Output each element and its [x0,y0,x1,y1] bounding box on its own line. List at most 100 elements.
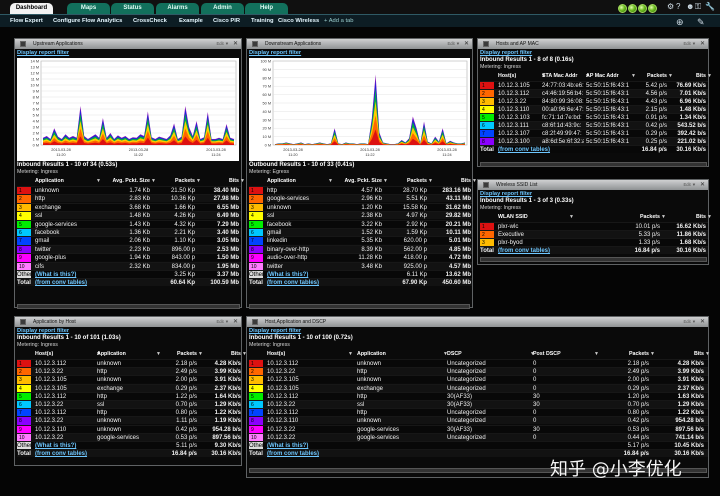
tab-status[interactable]: Status [111,3,154,14]
column-header[interactable]: AP Mac Addr [586,72,630,80]
add-widget-icon[interactable]: ⊕ [676,17,684,27]
column-header[interactable]: Application [357,350,442,358]
panel-collapse-icon[interactable] [252,41,258,47]
table-row[interactable]: 1 unknown 1.74 Kb 21.50 Kp 38.40 Mb [17,186,241,195]
display-filter-link[interactable]: Display report filter [480,50,532,57]
display-filter-link[interactable]: Display report filter [249,50,301,57]
close-icon[interactable]: ✕ [233,317,238,327]
table-row[interactable]: 1 plxr-wlc 10.01 p/s 16.62 Kb/s [480,222,708,231]
add-tab-link[interactable]: + Add a tab [324,18,354,24]
table-row[interactable]: 8 10.12.3.22 unknown 1.11 p/s 1.19 Kb/s [17,416,241,426]
conv-tables-link[interactable]: (from conv tables) [498,247,568,255]
conv-tables-link[interactable]: (from conv tables) [267,279,337,287]
edit-link[interactable]: Edit ▼ [683,39,696,49]
table-row[interactable]: 9 10.12.3.110 unknown 0.42 p/s 954.28 b/s [17,424,241,434]
column-header[interactable]: Host(s) [498,72,540,80]
table-row[interactable]: 2 10.12.3.22 http 2.49 p/s 3.99 Kb/s [17,367,241,377]
user-icon[interactable]: ☻ [686,2,694,12]
sort-arrow-icon[interactable]: ▼ [705,350,710,358]
column-header[interactable]: Bits [668,72,706,80]
table-row[interactable]: 7 gmail 2.06 Kb 1.10 Kp 3.05 Mb [17,236,241,246]
column-header[interactable]: Avg. Pckt. Size [103,177,150,185]
table-row[interactable]: 7 10.12.3.112 http 0.80 p/s 1.22 Kb/s [17,408,241,418]
table-row[interactable]: 2 http 2.83 Kb 10.36 Kp 27.98 Mb [17,194,241,204]
edit-link[interactable]: Edit ▼ [683,180,696,190]
close-icon[interactable]: ✕ [233,39,238,49]
gear-icon[interactable]: ⚙ [667,2,674,12]
tab-alarms[interactable]: Alarms [156,3,199,14]
table-row[interactable]: 5 10.12.3.112 http 30(AF33) 30 1.20 p/s 1.63 K… [249,391,708,401]
table-row[interactable]: 6 gmail 1.52 Kb 1.59 Kp 10.11 Mb [249,228,472,237]
sort-arrow-icon[interactable]: ▼ [328,177,333,185]
table-row[interactable]: 3 exchange 3.68 Kb 1.66 Kp 6.55 Mb [17,202,241,212]
column-header[interactable]: Host(s) [267,350,347,358]
display-filter-link[interactable]: Display report filter [480,191,532,198]
table-row[interactable]: 3 plxr-byod 1.33 p/s 1.68 Kb/s [480,238,708,247]
column-header[interactable]: Post DSCP [533,350,593,358]
scrollbar[interactable] [480,257,707,262]
column-header[interactable]: Application [97,350,155,358]
table-row[interactable]: 3 unknown 1.20 Kb 15.58 Kp 31.62 Mb [249,202,472,212]
link-cisco-pir[interactable]: Cisco PIR [213,18,240,24]
table-row[interactable]: 10 10.12.3.22 google-services Uncategorized… [249,432,708,442]
conv-tables-link[interactable]: (from conv tables) [35,450,105,458]
table-row[interactable]: 2 10.12.3.112 c4:46:19:56:b4: 5c:50:15:f6:4… [480,89,708,98]
column-header[interactable]: Bits [201,177,239,185]
table-row[interactable]: 7 10.12.3.107 c8:2f:49:99:47: 5c:50:15:f6:4… [480,129,708,138]
table-row[interactable]: 4 ssl 1.48 Kb 4.26 Kp 6.49 Mb [17,211,241,221]
table-row[interactable]: 2 google-services 2.96 Kb 5.51 Kp 43.11 Mb [249,194,472,204]
display-filter-link[interactable]: Display report filter [249,328,301,335]
conv-tables-link[interactable]: (from conv tables) [267,450,337,458]
link-cisco-wireless[interactable]: Cisco Wireless [278,18,319,24]
table-row[interactable]: 3 10.12.3.22 84:80:99:36:08: 5c:50:15:f6:43… [480,97,708,106]
link-configure-flow[interactable]: Configure Flow Analytics [53,18,122,24]
edit-link[interactable]: Edit ▼ [216,317,229,327]
column-header[interactable]: Bits [654,350,704,358]
table-row[interactable]: 4 10.12.3.105 exchange 0.29 p/s 2.37 Kb/s [17,383,241,393]
table-row[interactable]: 10 twitter 3.48 Kb 925.00 p 4.57 Mb [249,261,472,271]
key-icon[interactable]: ⚿ [695,2,701,12]
table-row[interactable]: 7 10.12.3.112 http Uncategorized 0 0.80 p/s 1.… [249,408,708,418]
table-row[interactable]: 2 Executive 5.33 p/s 11.86 Kb/s [480,230,708,239]
link-training[interactable]: Training [251,18,274,24]
tab-admin[interactable]: Admin [201,3,244,14]
close-icon[interactable]: ✕ [700,180,705,190]
table-row[interactable]: 8 binary-over-http 8.39 Kb 562.00 p 4.85 Mb [249,244,472,254]
conv-tables-link[interactable]: (from conv tables) [35,279,105,287]
close-icon[interactable]: ✕ [700,317,705,327]
column-header[interactable]: WLAN SSID [498,213,568,221]
display-filter-link[interactable]: Display report filter [17,50,69,57]
column-header[interactable]: Bits [199,350,241,358]
sort-arrow-icon[interactable]: ▼ [707,213,712,221]
column-header[interactable]: Packets [599,350,649,358]
table-row[interactable]: 5 10.12.3.112 http 1.22 p/s 1.64 Kb/s [17,391,241,401]
sort-arrow-icon[interactable]: ▼ [240,177,245,185]
tab-dashboard[interactable]: Dashboard [10,3,53,14]
panel-collapse-icon[interactable] [20,41,26,47]
column-header[interactable]: STA Mac Addr [542,72,584,80]
table-row[interactable]: 1 http 4.57 Kb 28.70 Kp 283.16 Mb [249,186,472,195]
table-row[interactable]: 1 10.12.3.112 unknown Uncategorized 0 2.18 p/… [249,359,708,368]
panel-collapse-icon[interactable] [483,182,489,188]
sort-arrow-icon[interactable]: ▼ [383,177,388,185]
table-row[interactable]: 7 linkedin 5.35 Kb 620.00 p 5.01 Mb [249,236,472,246]
table-row[interactable]: 9 audio-over-http 11.28 Kb 418.00 p 4.72 Mb [249,253,472,263]
table-row[interactable]: 1 10.12.3.105 24:77:03:4b:e6:f 5c:50:15:f6:… [480,81,708,90]
table-row[interactable]: 4 10.12.3.110 00:a0:96:6e:47: 5c:50:15:f6:4… [480,105,708,114]
column-header[interactable]: Host(s) [35,350,95,358]
column-header[interactable]: Packets [600,213,660,221]
display-filter-link[interactable]: Display report filter [17,328,69,335]
edit-link[interactable]: Edit ▼ [216,39,229,49]
scrollbar[interactable] [480,162,707,167]
column-header[interactable]: Packets [157,177,195,185]
table-row[interactable]: 4 ssl 2.38 Kb 4.97 Kp 29.82 Mb [249,211,472,221]
link-flow-expert[interactable]: Flow Expert [10,18,43,24]
edit-link[interactable]: Edit ▼ [683,317,696,327]
column-header[interactable]: DSCP [447,350,529,358]
table-row[interactable]: 6 10.12.3.22 ssl 30(AF33) 30 0.70 p/s 1.29 Kb/… [249,400,708,409]
column-header[interactable]: Packets [632,72,667,80]
edit-link[interactable]: Edit ▼ [447,39,460,49]
close-icon[interactable]: ✕ [700,39,705,49]
table-row[interactable]: 5 10.12.3.103 fc:71:1d:7e:bd: 5c:50:15:f6:4… [480,113,708,122]
link-crosscheck[interactable]: CrossCheck [133,18,167,24]
